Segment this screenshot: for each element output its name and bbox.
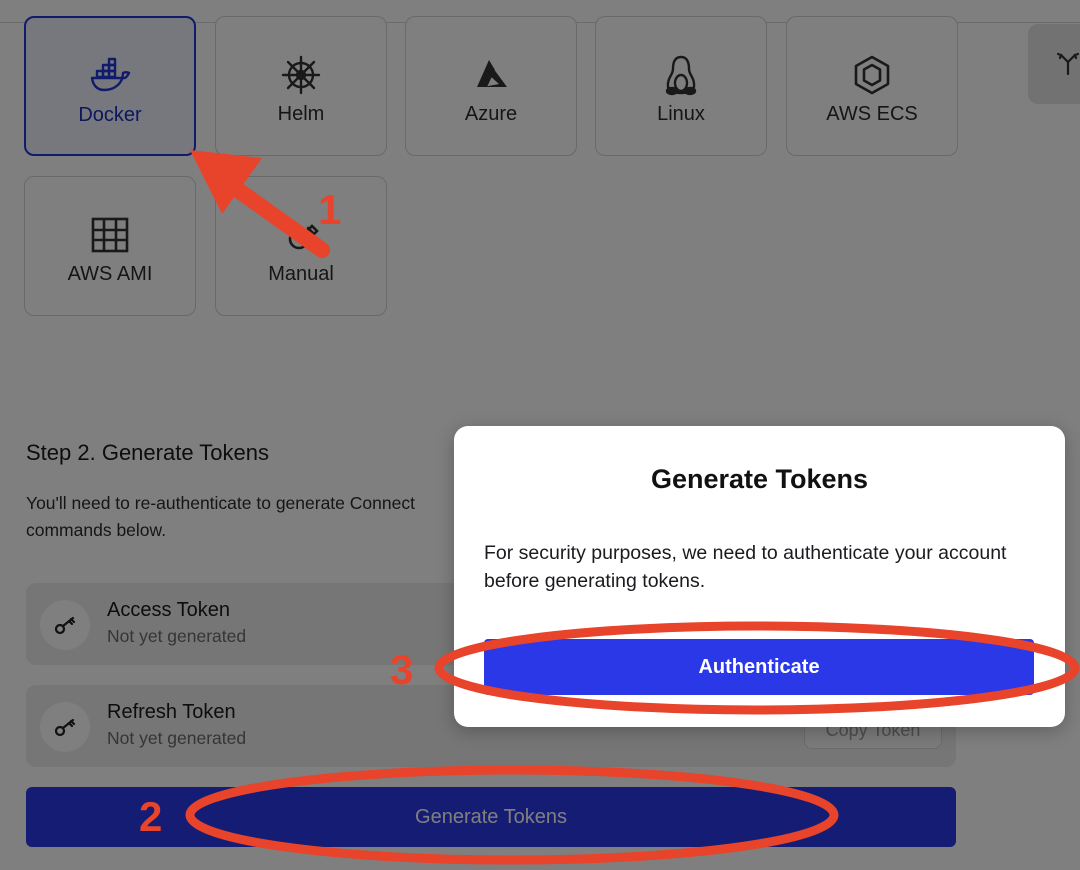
annotation-number-2: 2 [139, 793, 163, 840]
dialog-title: Generate Tokens [650, 464, 869, 494]
authenticate-button[interactable]: Authenticate [484, 639, 1034, 695]
annotation-number-1: 1 [318, 186, 342, 233]
annotation-number-3: 3 [390, 646, 414, 693]
generate-tokens-dialog: Generate Tokens For security purposes, w… [454, 426, 1065, 727]
dialog-body: For security purposes, we need to authen… [484, 542, 1007, 592]
